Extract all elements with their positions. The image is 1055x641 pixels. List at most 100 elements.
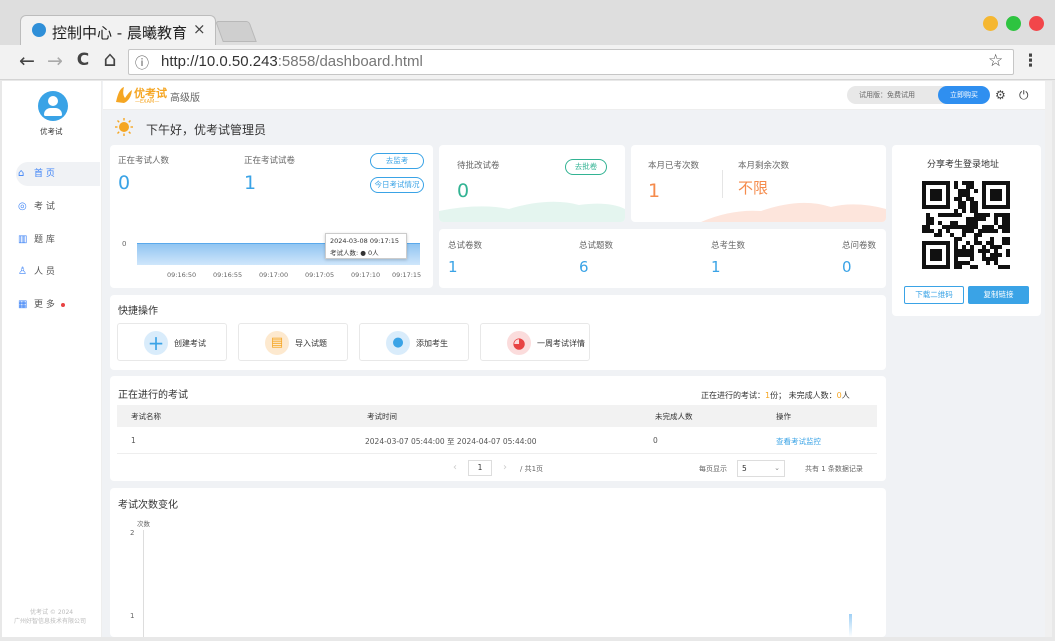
tab-close-icon[interactable]: ×: [193, 20, 206, 38]
sun-icon: [115, 118, 133, 136]
quick-action-label: 创建考试: [174, 339, 206, 348]
total-examinees-value: 1: [711, 258, 721, 276]
sidebar-item-more[interactable]: ▦ 更 多: [16, 293, 100, 317]
summary-mid: 份； 未完成人数：: [770, 391, 837, 400]
online-chart-x-tick: 09:16:50: [167, 271, 197, 279]
online-chart-x-tick: 09:17:05: [305, 271, 335, 279]
quick-action-label: 导入试题: [295, 339, 327, 348]
column-header-action: 操作: [776, 412, 791, 421]
page-number-input[interactable]: 1: [468, 460, 492, 476]
logo-subtext: —EXAM—: [135, 99, 160, 105]
column-header-name: 考试名称: [131, 412, 161, 421]
column-header-time: 考试时间: [367, 412, 397, 421]
exam-trend-card: [110, 488, 886, 637]
more-icon: ▦: [18, 299, 28, 310]
month-left-value: 不限: [738, 179, 769, 197]
paper-count-value: 1: [244, 172, 257, 194]
bookmark-star-icon[interactable]: ☆: [988, 51, 1003, 71]
total-questions-label: 总试题数: [579, 241, 614, 251]
total-papers-value: 1: [448, 258, 458, 276]
next-page-icon[interactable]: ›: [503, 462, 507, 473]
user-icon: ●: [386, 331, 410, 355]
tab-title: 控制中心 - 晨曦教育: [52, 24, 187, 42]
summary-suffix: 人: [841, 391, 850, 400]
online-chart-x-tick: 09:16:55: [213, 271, 243, 279]
trend-y-tick: 2: [130, 529, 135, 537]
total-papers-label: 总试卷数: [448, 241, 483, 251]
avatar[interactable]: [38, 91, 68, 121]
grade-button[interactable]: 去批卷: [565, 159, 607, 175]
sidebar-item-label: 更 多: [34, 300, 55, 310]
online-chart-x-tick: 09:17:00: [259, 271, 289, 279]
new-tab-button[interactable]: [215, 21, 257, 42]
buy-now-button[interactable]: 立即购买: [938, 86, 990, 104]
unfinished-cell: 0: [653, 436, 658, 445]
examinee-count-value: 0: [118, 172, 131, 194]
sidebar-item-exam[interactable]: ◎ 考 试: [16, 195, 100, 219]
trend-y-axis: [143, 530, 144, 637]
greeting-text: 下午好，优考试管理员: [146, 123, 267, 137]
per-page-label: 每页显示: [699, 465, 727, 473]
copy-link-button[interactable]: 复制链接: [968, 286, 1029, 304]
document-icon: ▤: [265, 331, 289, 355]
divider: [722, 170, 723, 198]
sidebar-item-people[interactable]: ♙ 人 员: [16, 260, 100, 284]
edition-label: 高级版: [170, 93, 200, 104]
import-questions-button[interactable]: ▤ 导入试题: [238, 323, 348, 361]
pie-chart-icon: ◕: [507, 331, 531, 355]
question-bank-icon: ▥: [18, 234, 28, 245]
chart-tooltip: 2024-03-08 09:17:15 考试人数: ● 0人: [325, 233, 407, 259]
view-monitor-link[interactable]: 查看考试监控: [776, 436, 821, 447]
home-icon[interactable]: ⌂: [100, 47, 120, 71]
close-window-button[interactable]: [1029, 16, 1044, 31]
total-surveys-value: 0: [842, 258, 852, 276]
per-page-select[interactable]: 5 ⌄: [737, 460, 785, 477]
sidebar-item-label: 首 页: [34, 169, 55, 179]
settings-gear-icon[interactable]: ⚙: [995, 88, 1006, 102]
column-header-unfinished: 未完成人数: [655, 412, 693, 421]
paper-count-label: 正在考试试卷: [244, 156, 296, 166]
total-questions-value: 6: [579, 258, 589, 276]
today-exam-button[interactable]: 今日考试情况: [370, 177, 424, 193]
reload-icon[interactable]: C: [73, 50, 93, 70]
forward-icon[interactable]: →: [45, 50, 65, 72]
weekly-exam-details-button[interactable]: ◕ 一周考试详情: [480, 323, 590, 361]
chevron-down-icon: ⌄: [774, 464, 780, 472]
plus-icon: +: [144, 331, 168, 355]
url-host: http://10.0.50.243: [161, 53, 278, 70]
minimize-button[interactable]: [983, 16, 998, 31]
download-qr-button[interactable]: 下载二维码: [904, 286, 964, 304]
home-icon: ⌂: [18, 168, 25, 179]
browser-menu-icon[interactable]: ⋮: [1022, 51, 1039, 71]
add-examinee-button[interactable]: ● 添加考生: [359, 323, 469, 361]
site-info-icon[interactable]: ⓘ: [135, 53, 149, 73]
person-icon: ♙: [18, 266, 27, 277]
summary-prefix: 正在进行的考试：: [701, 391, 765, 400]
prev-page-icon[interactable]: ‹: [453, 462, 457, 473]
records-count: 共有 1 条数据记录: [805, 465, 863, 473]
total-examinees-label: 总考生数: [711, 241, 746, 251]
ongoing-exams-title: 正在进行的考试: [118, 390, 188, 401]
exam-time-cell: 2024-03-07 05:44:00 至 2024-04-07 05:44:0…: [365, 437, 537, 446]
logo-icon: [113, 84, 135, 106]
ongoing-summary: 正在进行的考试：1份； 未完成人数：0人: [701, 390, 850, 401]
sidebar-item-question-bank[interactable]: ▥ 题 库: [16, 228, 100, 252]
pending-grading-label: 待批改试卷: [457, 161, 500, 171]
online-chart-x-tick: 09:17:15: [392, 271, 422, 279]
maximize-button[interactable]: [1006, 16, 1021, 31]
month-done-label: 本月已考次数: [648, 161, 700, 171]
sidebar-item-home[interactable]: ⌂ 首 页: [16, 162, 100, 186]
exam-trend-title: 考试次数变化: [118, 500, 178, 511]
table-header: [117, 405, 877, 427]
trial-badge: 试用版：免费试用: [847, 86, 947, 104]
page-scrollbar[interactable]: [1045, 81, 1052, 637]
exam-icon: ◎: [18, 201, 27, 212]
quick-action-label: 添加考生: [416, 339, 448, 348]
exam-name-cell: 1: [131, 436, 136, 445]
power-icon[interactable]: ⏻: [1019, 88, 1029, 103]
back-icon[interactable]: ←: [17, 50, 37, 72]
sidebar-item-label: 题 库: [34, 235, 55, 245]
create-exam-button[interactable]: + 创建考试: [117, 323, 227, 361]
quick-actions-title: 快捷操作: [118, 306, 158, 317]
monitor-button[interactable]: 去监考: [370, 153, 424, 169]
